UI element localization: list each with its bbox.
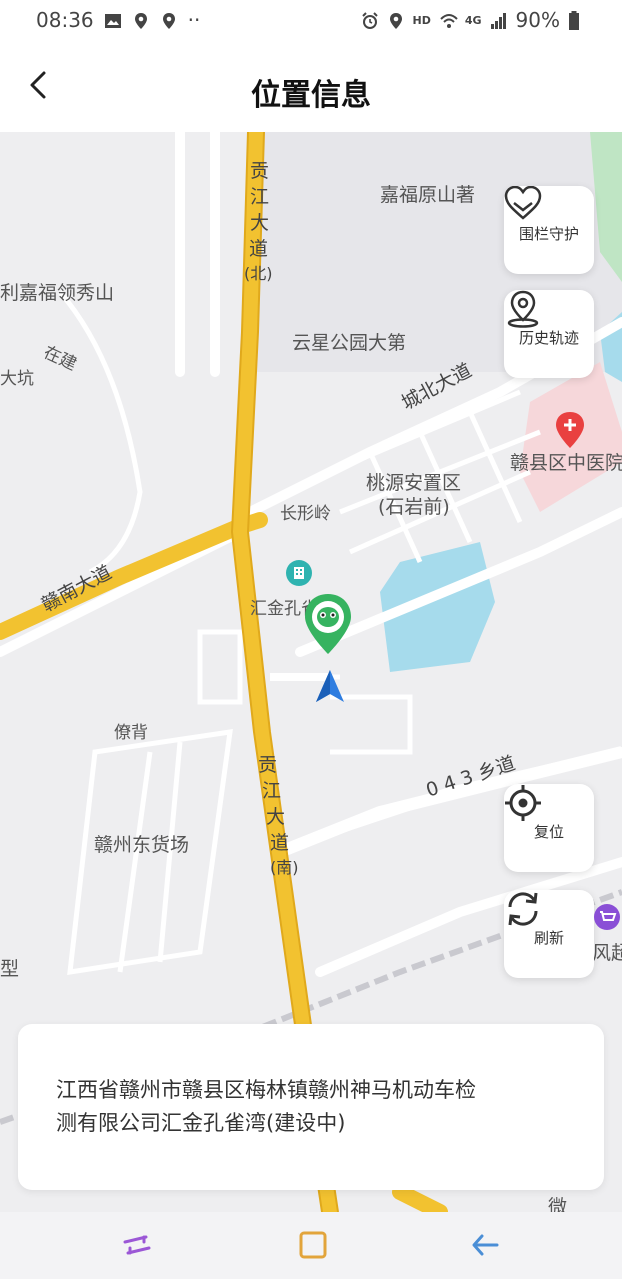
- fence-guard-button[interactable]: 围栏守护: [504, 186, 594, 274]
- wifi-icon: [439, 11, 458, 29]
- map-label-changxingling: 长形岭: [280, 504, 331, 524]
- map-label-gongjiang-south-1: 贡: [258, 754, 278, 776]
- map-label-liaobei: 僚背: [114, 723, 148, 743]
- hd-badge: HD: [412, 13, 431, 27]
- crosshair-icon: [505, 785, 541, 821]
- map-label-dakeng: 大坑: [0, 369, 34, 389]
- more-dots: ··: [187, 8, 201, 32]
- map-label-taoyuan: 桃源安置区: [366, 472, 462, 494]
- map-label-gongjiang-south-2: 江: [262, 780, 282, 802]
- gallery-icon: [104, 11, 122, 29]
- battery-icon: [568, 11, 586, 30]
- history-pin-icon: [507, 290, 539, 328]
- refresh-button[interactable]: 刷新: [504, 890, 594, 978]
- map-label-gongjiang-south-4: 道: [270, 832, 290, 854]
- status-left: 08:36 ··: [36, 8, 200, 32]
- my-location-arrow-icon: [316, 670, 344, 702]
- home-button[interactable]: [298, 1230, 328, 1260]
- map-label-gongjiang-north-5: (北): [244, 264, 273, 283]
- location-icon: [387, 11, 405, 29]
- map-label-jiafu-yuanshan: 嘉福原山著: [380, 184, 476, 206]
- alarm-icon: [361, 11, 379, 29]
- map-label-edge-wei: 微: [548, 1196, 568, 1212]
- back-arrow-icon: [472, 1234, 499, 1256]
- shop-poi-icon[interactable]: [594, 904, 620, 930]
- map-label-lijiafu-lingxiushan: 利嘉福领秀山: [0, 282, 115, 304]
- status-time: 08:36: [36, 8, 94, 32]
- refresh-icon: [508, 892, 538, 926]
- system-nav-bar: [0, 1212, 622, 1279]
- page-header: 位置信息: [0, 40, 622, 132]
- map-label-gongjiang-north-2: 江: [250, 186, 270, 208]
- history-track-button[interactable]: 历史轨迹: [504, 290, 594, 378]
- signal-icon: [490, 11, 508, 29]
- map-label-ganzhou-freight: 赣州东货场: [94, 834, 190, 856]
- map-label-gongjiang-south-3: 大: [266, 806, 286, 828]
- location-pin-icon: [132, 11, 150, 29]
- reset-location-button[interactable]: 复位: [504, 784, 594, 872]
- heart-fence-icon: [504, 186, 542, 220]
- map-label-edge-xing: 型: [0, 958, 20, 980]
- building-poi-icon[interactable]: [286, 560, 312, 586]
- map-label-ganxian-hospital: 赣县区中医院: [510, 452, 622, 474]
- home-square-icon: [299, 1231, 327, 1259]
- address-text: 江西省赣州市赣县区梅林镇赣州神马机动车检测有限公司汇金孔雀湾(建设中): [56, 1078, 476, 1135]
- map-label-edge-chao: 风超: [592, 942, 622, 964]
- status-bar: 08:36 ·· HD 4G 90%: [0, 0, 622, 40]
- status-right: HD 4G 90%: [361, 8, 586, 32]
- battery-percent: 90%: [515, 8, 560, 32]
- map-label-gongjiang-north-3: 大: [250, 212, 270, 234]
- map-label-gongjiang-south-5: (南): [270, 858, 299, 877]
- refresh-label: 刷新: [533, 928, 564, 947]
- page-title: 位置信息: [251, 78, 371, 113]
- location-pin-icon-2: [160, 11, 178, 29]
- map-label-shiyanqian: (石岩前): [378, 496, 450, 518]
- reset-location-label: 复位: [533, 822, 564, 841]
- map-label-gongjiang-north-1: 贡: [250, 160, 270, 182]
- map-label-gongjiang-north-4: 道: [249, 238, 269, 260]
- device-location-marker-icon[interactable]: [303, 594, 353, 656]
- address-card: 江西省赣州市赣县区梅林镇赣州神马机动车检测有限公司汇金孔雀湾(建设中): [18, 1024, 604, 1190]
- fence-guard-label: 围栏守护: [518, 224, 579, 243]
- recent-apps-button[interactable]: [122, 1230, 152, 1260]
- hospital-pin-icon[interactable]: [555, 412, 585, 448]
- history-track-label: 历史轨迹: [518, 328, 579, 347]
- network-type: 4G: [464, 13, 482, 27]
- system-back-button[interactable]: [470, 1230, 500, 1260]
- map-label-yunxing-park: 云星公园大第: [292, 332, 407, 354]
- recent-apps-icon: [123, 1235, 151, 1255]
